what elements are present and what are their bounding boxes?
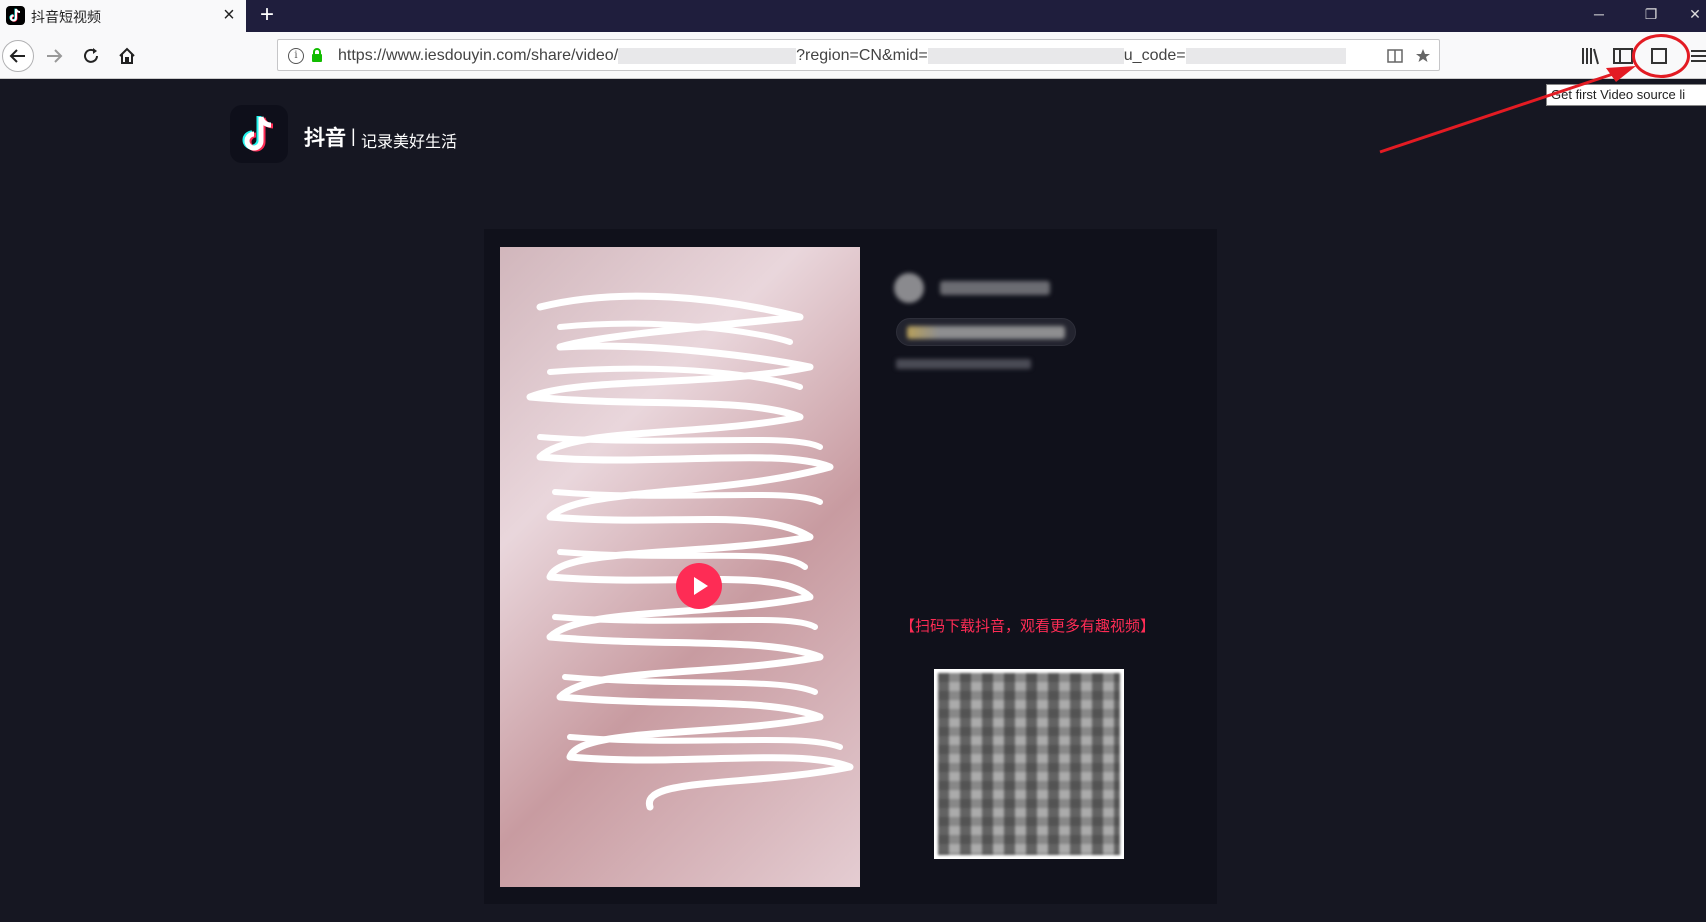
- url-redacted-2: [927, 47, 1124, 64]
- download-promo-text: 【扫码下载抖音，观看更多有趣视频】: [900, 618, 1156, 635]
- url-part-1: https://www.iesdouyin.com/share/video/: [338, 47, 619, 64]
- douyin-logo[interactable]: [230, 105, 288, 163]
- url-bar[interactable]: i https://www.iesdouyin.com/share/video/…: [277, 39, 1440, 71]
- music-pill[interactable]: [896, 318, 1076, 346]
- tab-title: 抖音短视频: [31, 9, 101, 25]
- reload-button[interactable]: [75, 40, 107, 72]
- navigation-toolbar: i https://www.iesdouyin.com/share/video/…: [0, 32, 1706, 79]
- library-icon[interactable]: [1579, 45, 1601, 67]
- description-redacted: [896, 359, 1031, 369]
- new-tab-button[interactable]: +: [254, 2, 280, 28]
- home-button[interactable]: [111, 40, 143, 72]
- play-button[interactable]: [676, 563, 722, 609]
- video-card: 【扫码下载抖音，观看更多有趣视频】: [484, 229, 1217, 904]
- tiktok-icon: [242, 116, 274, 152]
- forward-button[interactable]: [38, 40, 70, 72]
- url-part-2: ?region=CN&mid=: [796, 47, 928, 64]
- menu-icon[interactable]: [1688, 45, 1706, 67]
- tab-close-icon[interactable]: ×: [218, 4, 240, 26]
- qr-code: [934, 669, 1124, 859]
- brand-slogan: 记录美好生活: [361, 134, 458, 151]
- restore-button[interactable]: ❐: [1628, 0, 1674, 28]
- arrow-right-icon: [47, 49, 63, 63]
- bookmark-icon[interactable]: [1414, 47, 1432, 65]
- reload-icon: [84, 48, 98, 63]
- video-player[interactable]: [500, 247, 860, 887]
- scribble-overlay: [526, 292, 854, 811]
- annotation-circle: [1632, 34, 1690, 78]
- window-close-button[interactable]: ✕: [1672, 0, 1706, 28]
- info-icon[interactable]: i: [288, 48, 304, 64]
- browser-window: 抖音短视频 × + ─ ❐ ✕ i https://www.iesdouyin.…: [0, 0, 1706, 922]
- url-redacted-1: [618, 47, 797, 64]
- reader-view-icon[interactable]: [1386, 47, 1404, 65]
- extension-tooltip: Get first Video source li: [1546, 84, 1706, 106]
- brand-name: 抖音: [304, 127, 346, 150]
- avatar[interactable]: [894, 273, 924, 303]
- lock-icon[interactable]: [311, 48, 323, 63]
- username-redacted: [940, 281, 1050, 295]
- sidebar-icon[interactable]: [1612, 45, 1634, 67]
- tab-strip: 抖音短视频 × + ─ ❐ ✕: [0, 0, 1706, 32]
- arrow-left-icon: [9, 49, 25, 63]
- tiktok-icon: [6, 6, 25, 25]
- music-title-redacted: [907, 326, 1065, 339]
- brand-separator: |: [351, 126, 356, 146]
- qr-code-pattern: [938, 673, 1120, 855]
- url-text[interactable]: https://www.iesdouyin.com/share/video/ ?r…: [338, 47, 1346, 65]
- tab-douyin[interactable]: 抖音短视频 ×: [0, 0, 246, 32]
- back-button[interactable]: [2, 40, 34, 72]
- url-part-3: u_code=: [1123, 47, 1186, 64]
- url-redacted-3: [1185, 47, 1346, 64]
- home-icon: [119, 47, 135, 64]
- minimize-button[interactable]: ─: [1576, 0, 1622, 28]
